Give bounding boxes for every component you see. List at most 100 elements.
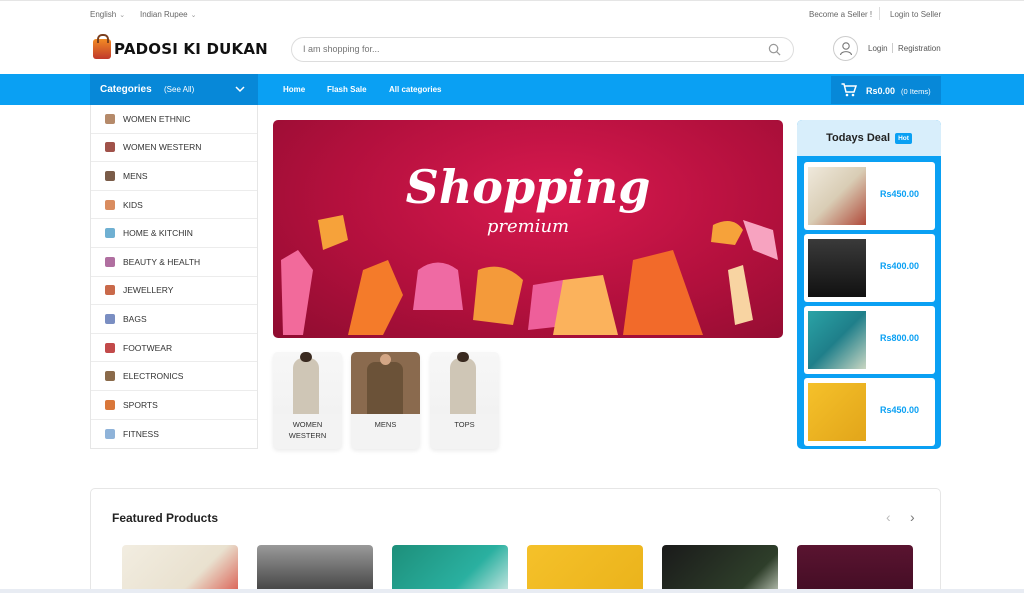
deal-item[interactable]: Rs800.00 — [804, 306, 935, 374]
nav-all-categories[interactable]: All categories — [389, 85, 441, 94]
logo-text: PADOSI KI DUKAN — [114, 40, 268, 58]
cart-icon — [841, 83, 857, 97]
fitness-icon — [105, 428, 115, 439]
divider — [892, 43, 893, 53]
sidebar-item-label: WOMEN WESTERN — [123, 142, 202, 153]
currency-label: Indian Rupee — [140, 10, 188, 19]
deal-item[interactable]: Rs400.00 — [804, 234, 935, 302]
featured-product-image[interactable] — [122, 545, 238, 593]
see-all-link[interactable]: (See All) — [164, 85, 194, 94]
sidebar-item-label: KIDS — [123, 199, 143, 210]
sidebar-item-label: BAGS — [123, 313, 147, 324]
sidebar-item-women-ethnic[interactable]: WOMEN ETHNIC — [91, 105, 257, 134]
product-image — [808, 239, 866, 297]
bag-icon — [105, 313, 115, 324]
become-seller-link[interactable]: Become a Seller ! — [809, 10, 872, 19]
dress-icon — [105, 142, 115, 153]
featured-product-image[interactable] — [797, 545, 913, 593]
chevron-down-icon: ⌄ — [190, 12, 197, 19]
category-card-mens[interactable]: MENS — [351, 352, 420, 449]
currency-selector[interactable]: Indian Rupee ⌄ — [140, 10, 196, 19]
sidebar-item-label: BEAUTY & HEALTH — [123, 256, 201, 267]
header: PADOSI KI DUKAN Login Registration — [0, 26, 1024, 74]
electronics-icon — [105, 371, 115, 382]
nav-home[interactable]: Home — [283, 85, 305, 94]
sidebar-item-beauty-health[interactable]: BEAUTY & HEALTH — [91, 248, 257, 277]
deal-price: Rs800.00 — [880, 333, 920, 343]
product-image — [808, 167, 866, 225]
featured-product-image[interactable] — [662, 545, 778, 593]
sidebar-item-footwear[interactable]: FOOTWEAR — [91, 334, 257, 363]
sidebar-item-label: HOME & KITCHIN — [123, 228, 193, 239]
sidebar-item-kids[interactable]: KIDS — [91, 191, 257, 220]
banner-title: Shopping — [405, 160, 651, 214]
sidebar-item-fitness[interactable]: FITNESS — [91, 420, 257, 449]
sidebar-item-label: WOMEN ETHNIC — [123, 113, 191, 124]
user-icon — [839, 42, 853, 56]
featured-product-image[interactable] — [392, 545, 508, 593]
chevron-down-icon — [235, 86, 245, 93]
deal-price: Rs450.00 — [880, 405, 920, 415]
todays-deal-header: Todays Deal Hot — [797, 120, 941, 156]
sidebar-item-mens[interactable]: MENS — [91, 162, 257, 191]
beauty-icon — [105, 256, 115, 267]
sidebar-item-women-western[interactable]: WOMEN WESTERN — [91, 134, 257, 163]
hero-banner[interactable]: Shopping premium — [273, 120, 783, 338]
product-image — [808, 311, 866, 369]
product-image — [808, 383, 866, 441]
todays-deal-title: Todays Deal — [826, 132, 891, 144]
chevron-left-icon[interactable]: ‹ — [886, 509, 891, 525]
sidebar-item-jewellery[interactable]: JEWELLERY — [91, 277, 257, 306]
search-icon[interactable] — [768, 43, 781, 56]
sidebar-item-sports[interactable]: SPORTS — [91, 391, 257, 420]
search-box — [291, 37, 794, 62]
chevron-right-icon[interactable]: › — [910, 509, 915, 525]
language-selector[interactable]: English ⌄ — [90, 10, 125, 19]
featured-products-section: Featured Products ‹ › — [90, 488, 941, 593]
sidebar-item-label: ELECTRONICS — [123, 371, 184, 382]
login-link[interactable]: Login — [868, 44, 888, 53]
login-seller-link[interactable]: Login to Seller — [890, 10, 941, 19]
chevron-down-icon: ⌄ — [119, 12, 126, 19]
product-image — [351, 352, 420, 414]
product-image — [430, 352, 499, 414]
deal-item[interactable]: Rs450.00 — [804, 378, 935, 446]
user-avatar[interactable] — [833, 36, 858, 61]
sidebar-item-label: FOOTWEAR — [123, 342, 173, 353]
category-card-label: TOPS — [454, 420, 475, 429]
logo[interactable]: PADOSI KI DUKAN — [93, 34, 268, 62]
featured-product-image[interactable] — [527, 545, 643, 593]
categories-title: Categories — [100, 84, 152, 95]
saree-icon — [105, 113, 115, 124]
divider — [879, 7, 880, 20]
sidebar-item-label: JEWELLERY — [123, 285, 174, 296]
featured-product-image[interactable] — [257, 545, 373, 593]
man-icon — [105, 170, 115, 181]
home-icon — [105, 228, 115, 239]
kid-icon — [105, 199, 115, 210]
deal-price: Rs450.00 — [880, 189, 920, 199]
sports-icon — [105, 399, 115, 410]
cart-item-count: (0 Items) — [901, 87, 931, 96]
sidebar-item-home-kitchin[interactable]: HOME & KITCHIN — [91, 219, 257, 248]
todays-deal-panel: Todays Deal Hot Rs450.00 Rs400.00 Rs800.… — [797, 120, 941, 449]
sidebar-item-label: MENS — [123, 170, 148, 181]
categories-dropdown[interactable]: Categories (See All) — [90, 74, 258, 105]
nav-flash-sale[interactable]: Flash Sale — [327, 85, 367, 94]
category-card-women-western[interactable]: WOMEN WESTERN — [273, 352, 342, 449]
deal-price: Rs400.00 — [880, 261, 920, 271]
sidebar-item-bags[interactable]: BAGS — [91, 305, 257, 334]
sidebar-item-electronics[interactable]: ELECTRONICS — [91, 362, 257, 391]
cart-amount: Rs0.00 — [866, 86, 896, 96]
main-nav: Categories (See All) Home Flash Sale All… — [0, 74, 1024, 105]
banner-subtitle: premium — [486, 216, 570, 237]
search-input[interactable] — [303, 44, 743, 54]
registration-link[interactable]: Registration — [898, 44, 941, 53]
category-card-tops[interactable]: TOPS — [430, 352, 499, 449]
sidebar-item-label: SPORTS — [123, 399, 158, 410]
cart-button[interactable]: Rs0.00 (0 Items) — [831, 76, 941, 104]
hot-badge: Hot — [895, 132, 912, 144]
deal-item[interactable]: Rs450.00 — [804, 162, 935, 230]
sidebar-item-label: FITNESS — [123, 428, 159, 439]
featured-products-title: Featured Products — [112, 511, 219, 525]
